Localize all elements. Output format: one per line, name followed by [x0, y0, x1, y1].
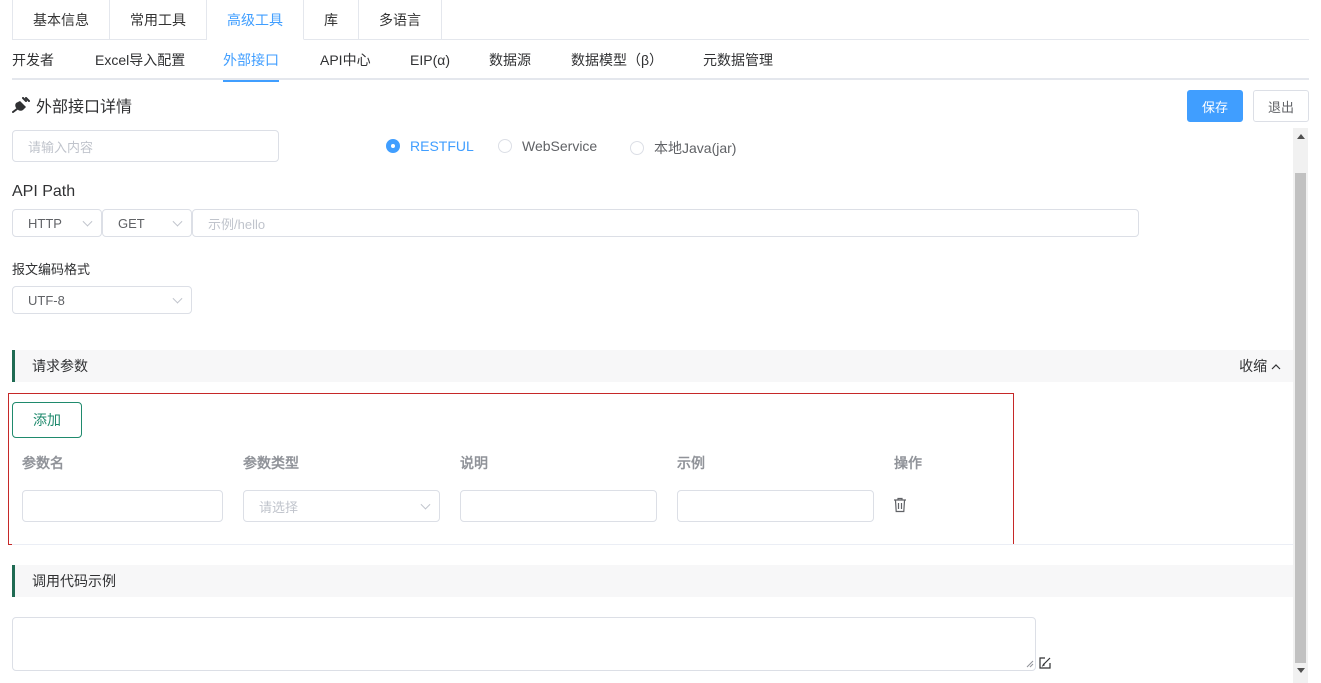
sub-tab-bar: 开发者 Excel导入配置 外部接口 API中心 EIP(α) 数据源 数据模型…: [12, 40, 1309, 82]
radio-label: RESTFUL: [410, 138, 474, 154]
save-button[interactable]: 保存: [1187, 90, 1243, 122]
top-tab-bar: 基本信息 常用工具 高级工具 库 多语言: [12, 0, 1309, 40]
tab-multilanguage[interactable]: 多语言: [359, 0, 442, 40]
encoding-select[interactable]: UTF-8: [12, 286, 192, 314]
protocol-value: HTTP: [28, 215, 62, 231]
radio-restful[interactable]: RESTFUL: [386, 138, 474, 154]
radio-dot: [498, 139, 512, 153]
tab-basic-info[interactable]: 基本信息: [12, 0, 110, 40]
scroll-thumb[interactable]: [1295, 173, 1306, 663]
param-example-input[interactable]: [677, 490, 874, 522]
method-value: GET: [118, 215, 145, 231]
subtab-data-model[interactable]: 数据模型（β）: [571, 40, 663, 80]
subtab-excel-import[interactable]: Excel导入配置: [95, 40, 185, 80]
page-title: 外部接口详情: [12, 93, 132, 117]
page-title-text: 外部接口详情: [36, 99, 133, 116]
vertical-scrollbar[interactable]: [1293, 128, 1308, 683]
radio-webservice[interactable]: WebService: [498, 138, 597, 154]
code-example-textarea[interactable]: [12, 617, 1036, 671]
column-header-param-name: 参数名: [22, 455, 64, 471]
section-divider: [12, 544, 1293, 545]
api-path-label: API Path: [12, 183, 76, 200]
tab-common-tools[interactable]: 常用工具: [110, 0, 207, 40]
request-params-header: 请求参数 收缩: [12, 350, 1293, 382]
api-name-input[interactable]: 请输入内容: [12, 130, 279, 162]
exit-button[interactable]: 退出: [1253, 90, 1309, 122]
column-header-description: 说明: [460, 455, 488, 471]
method-select[interactable]: GET: [102, 209, 192, 237]
tab-advanced-tools[interactable]: 高级工具: [207, 0, 304, 40]
edit-icon[interactable]: [1038, 656, 1052, 670]
param-type-placeholder: 请选择: [259, 499, 299, 515]
collapse-label: 收缩: [1239, 358, 1268, 374]
column-header-actions: 操作: [894, 455, 922, 471]
resize-handle-icon[interactable]: [1025, 659, 1034, 668]
path-input[interactable]: 示例/hello: [192, 209, 1139, 237]
param-description-input[interactable]: [460, 490, 657, 522]
section-title: 请求参数: [32, 358, 88, 374]
chevron-down-icon: [420, 499, 431, 510]
section-title: 调用代码示例: [32, 573, 116, 589]
radio-local-java[interactable]: 本地Java(jar): [630, 138, 736, 158]
chevron-down-icon: [82, 216, 93, 227]
radio-dot: [630, 141, 644, 155]
plug-icon: [12, 97, 30, 113]
param-type-select[interactable]: 请选择: [243, 490, 440, 522]
param-name-input[interactable]: [22, 490, 223, 522]
subtab-metadata[interactable]: 元数据管理: [703, 40, 773, 80]
protocol-select[interactable]: HTTP: [12, 209, 102, 237]
radio-dot: [386, 139, 400, 153]
column-header-param-type: 参数类型: [243, 455, 299, 471]
encoding-value: UTF-8: [28, 292, 65, 308]
radio-label: WebService: [522, 138, 598, 154]
encoding-label: 报文编码格式: [12, 262, 91, 277]
subtab-developer[interactable]: 开发者: [12, 40, 54, 80]
column-header-example: 示例: [677, 455, 705, 471]
chevron-down-icon: [172, 293, 183, 304]
scroll-down-icon[interactable]: [1297, 668, 1305, 673]
radio-label: 本地Java(jar): [654, 140, 737, 156]
add-param-button[interactable]: 添加: [12, 402, 82, 438]
subtab-external-api[interactable]: 外部接口: [223, 40, 279, 82]
subtab-eip[interactable]: EIP(α): [410, 40, 450, 80]
code-example-header: 调用代码示例: [12, 565, 1293, 597]
tab-library[interactable]: 库: [304, 0, 359, 40]
trash-icon[interactable]: [893, 497, 907, 513]
collapse-toggle[interactable]: 收缩: [1239, 350, 1281, 382]
subtab-api-center[interactable]: API中心: [320, 40, 371, 80]
chevron-up-icon: [1271, 364, 1281, 370]
highlight-box: [8, 393, 1014, 545]
chevron-down-icon: [172, 216, 183, 227]
scroll-up-icon[interactable]: [1297, 134, 1305, 139]
subtab-datasource[interactable]: 数据源: [489, 40, 531, 80]
